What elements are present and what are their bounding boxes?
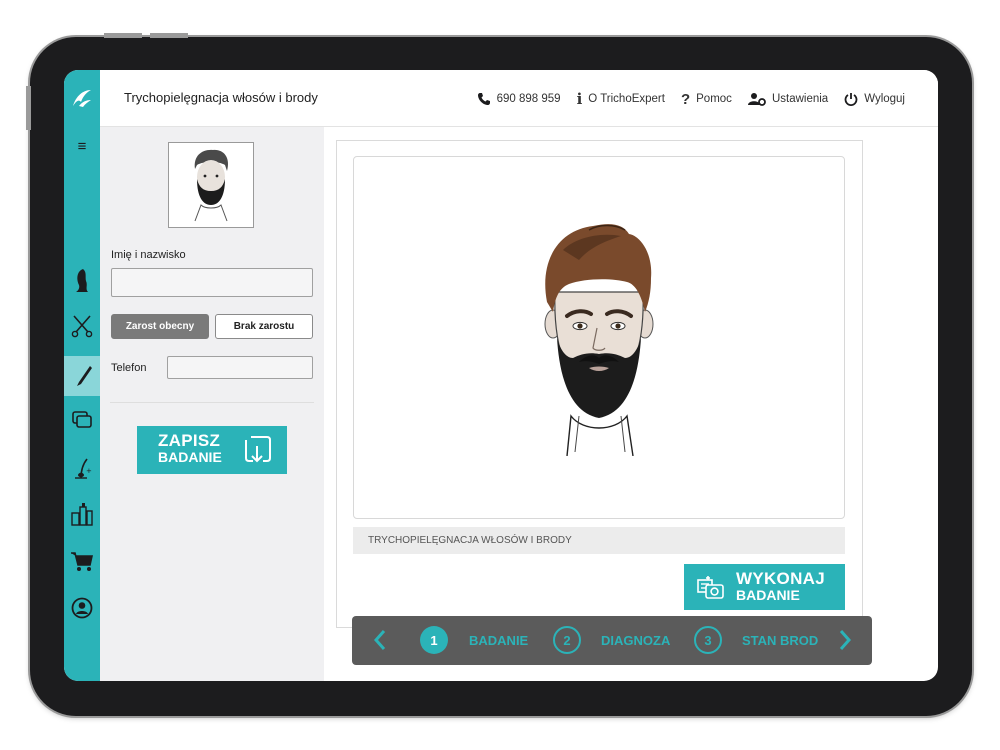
user-icon bbox=[71, 597, 93, 619]
step-1-label: BADANIE bbox=[469, 632, 529, 648]
face-illustration-frame bbox=[353, 156, 845, 519]
logo-icon bbox=[73, 90, 91, 107]
chevron-left-icon[interactable] bbox=[373, 629, 387, 651]
logout-link[interactable]: Wyloguj bbox=[844, 90, 905, 108]
volume-button bbox=[104, 33, 142, 38]
power-button bbox=[26, 86, 31, 130]
phone-number: 690 898 959 bbox=[496, 93, 561, 105]
perform-exam-label-2: BADANIE bbox=[736, 587, 800, 603]
beard-present-button[interactable]: Zarost obecny bbox=[111, 314, 209, 339]
step-3-label: STAN BROD bbox=[742, 632, 819, 648]
bearded-man-illustration-icon bbox=[544, 223, 654, 456]
rail-item-gallery[interactable] bbox=[64, 400, 100, 440]
top-bar: Trychopielęgnacja włosów i brody 690 898… bbox=[100, 70, 938, 127]
beard-absent-button[interactable]: Brak zarostu bbox=[215, 314, 313, 339]
rail-item-user[interactable] bbox=[64, 588, 100, 628]
about-label: O TrichoExpert bbox=[588, 93, 665, 105]
save-download-icon bbox=[245, 436, 271, 463]
chevron-right-icon[interactable] bbox=[838, 629, 852, 651]
phone-icon bbox=[477, 93, 490, 105]
step-3-number: 3 bbox=[694, 626, 722, 654]
rail-item-products[interactable] bbox=[64, 494, 100, 534]
phone-label: Telefon bbox=[111, 362, 147, 374]
help-icon: ? bbox=[680, 90, 691, 108]
image-caption: TRYCHOPIELĘGNACJA WŁOSÓW I BRODY bbox=[353, 527, 845, 554]
top-nav: 690 898 959 i O TrichoExpert ? Pomoc Ust… bbox=[477, 90, 905, 108]
settings-link[interactable]: Ustawienia bbox=[747, 90, 829, 108]
step-2-number: 2 bbox=[553, 626, 581, 654]
app-title: Trychopielęgnacja włosów i brody bbox=[124, 90, 318, 105]
rail-item-cart[interactable] bbox=[64, 542, 100, 582]
phone-input[interactable] bbox=[167, 356, 313, 379]
razor-icon bbox=[77, 366, 92, 386]
hair-profile-icon bbox=[76, 269, 88, 292]
rail-item-razor[interactable] bbox=[64, 356, 104, 396]
step-3[interactable]: 3 STAN BROD bbox=[694, 626, 818, 654]
settings-label: Ustawienia bbox=[771, 93, 829, 105]
hair-growth-icon: + bbox=[75, 458, 92, 479]
hamburger-icon: ≡ bbox=[77, 137, 87, 155]
menu-toggle[interactable]: ≡ bbox=[64, 126, 100, 166]
gallery-icon bbox=[72, 411, 92, 428]
scissors-icon bbox=[71, 315, 93, 338]
logout-label: Wyloguj bbox=[864, 93, 905, 105]
camera-gallery-icon bbox=[697, 576, 724, 599]
rail-item-hair-growth[interactable]: + bbox=[64, 448, 100, 488]
products-icon bbox=[71, 503, 93, 526]
icon-rail: ≡ + bbox=[64, 70, 104, 681]
save-exam-label-1: ZAPISZ bbox=[158, 431, 221, 450]
app-screen: ≡ + Trychopielęgnacja włosów i brody 690… bbox=[64, 70, 938, 681]
phone-link[interactable]: 690 898 959 bbox=[477, 90, 561, 108]
rail-item-hair-profile[interactable] bbox=[64, 260, 100, 300]
client-form-panel: Imię i nazwisko Zarost obecny Brak zaros… bbox=[100, 127, 324, 681]
rail-item-scissors[interactable] bbox=[64, 306, 100, 346]
save-exam-button[interactable]: ZAPISZ BADANIE bbox=[137, 426, 287, 474]
power-icon bbox=[844, 93, 858, 106]
perform-exam-button[interactable]: WYKONAJ BADANIE bbox=[684, 564, 845, 610]
help-label: Pomoc bbox=[696, 93, 732, 105]
volume-button bbox=[150, 33, 188, 38]
cart-icon bbox=[71, 552, 93, 571]
client-avatar[interactable] bbox=[168, 142, 254, 228]
save-exam-label-2: BADANIE bbox=[158, 449, 222, 465]
svg-text:+: + bbox=[86, 467, 92, 475]
name-input[interactable] bbox=[111, 268, 313, 297]
name-label: Imię i nazwisko bbox=[111, 249, 186, 261]
perform-exam-label-1: WYKONAJ bbox=[736, 569, 825, 588]
app-logo[interactable] bbox=[64, 70, 100, 126]
step-2[interactable]: 2 DIAGNOZA bbox=[553, 626, 670, 654]
step-2-label: DIAGNOZA bbox=[601, 632, 671, 648]
exam-card: TRYCHOPIELĘGNACJA WŁOSÓW I BRODY WYKONAJ… bbox=[336, 140, 863, 628]
form-divider bbox=[110, 402, 314, 403]
bearded-man-avatar-icon bbox=[194, 149, 229, 222]
step-1-number: 1 bbox=[420, 626, 448, 654]
user-settings-icon bbox=[747, 93, 766, 106]
info-icon: i bbox=[576, 90, 583, 108]
help-link[interactable]: ? Pomoc bbox=[681, 90, 732, 108]
step-1[interactable]: 1 BADANIE bbox=[420, 626, 528, 654]
about-link[interactable]: i O TrichoExpert bbox=[577, 90, 665, 108]
step-navigator: 1 BADANIE 2 DIAGNOZA 3 STAN BROD bbox=[352, 616, 872, 665]
